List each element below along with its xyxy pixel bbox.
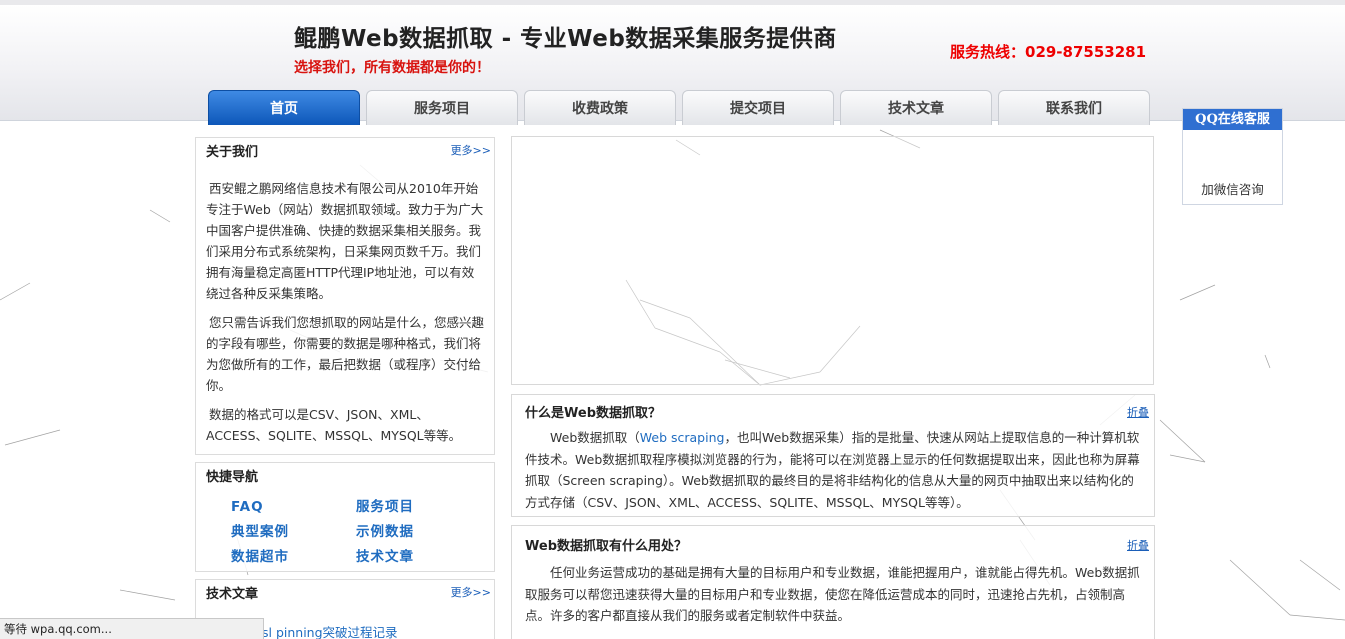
nav-tab-home[interactable]: 首页 bbox=[208, 90, 360, 125]
quicknav-links: FAQ 服务项目 典型案例 示例数据 数据超市 技术文章 bbox=[196, 489, 494, 573]
quicknav-title: 快捷导航 bbox=[206, 470, 259, 485]
nav-tab-submit-project[interactable]: 提交项目 bbox=[682, 90, 834, 125]
site-slogan: 选择我们，所有数据都是你的！ bbox=[294, 60, 490, 76]
fold-link[interactable]: 折叠 bbox=[1127, 537, 1149, 553]
site-title: 鲲鹏Web数据抓取 - 专业Web数据采集服务提供商 bbox=[294, 26, 837, 52]
qq-service-widget[interactable]: QQ在线客服 加微信咨询 bbox=[1182, 108, 1283, 205]
quicknav-link-services[interactable]: 服务项目 bbox=[356, 497, 481, 517]
about-more-link[interactable]: 更多>> bbox=[451, 138, 491, 164]
quicknav-link-data-market[interactable]: 数据超市 bbox=[231, 547, 356, 567]
qq-widget-title[interactable]: QQ在线客服 bbox=[1183, 109, 1282, 130]
nav-tab-tech-articles[interactable]: 技术文章 bbox=[840, 90, 992, 125]
page: 鲲鹏Web数据抓取 - 专业Web数据采集服务提供商 选择我们，所有数据都是你的… bbox=[0, 0, 1345, 639]
browser-status-bar: 等待 wpa.qq.com... bbox=[0, 618, 264, 639]
section-body: Web数据抓取（Web scraping，也叫Web数据采集）指的是批量、快速从… bbox=[512, 423, 1154, 517]
tech-header: 技术文章 更多>> bbox=[196, 580, 494, 606]
web-scraping-link[interactable]: Web scraping bbox=[640, 430, 725, 445]
main-nav: 首页 服务项目 收费政策 提交项目 技术文章 联系我们 bbox=[208, 90, 1150, 126]
nav-tab-pricing[interactable]: 收费政策 bbox=[524, 90, 676, 125]
nav-tab-services[interactable]: 服务项目 bbox=[366, 90, 518, 125]
about-paragraph: 西安鲲之鹏网络信息技术有限公司从2010年开始专注于Web（网站）数据抓取领域。… bbox=[206, 181, 484, 301]
quicknav-link-faq[interactable]: FAQ bbox=[231, 497, 356, 517]
section-body: 任何业务运营成功的基础是拥有大量的目标用户和专业数据，谁能把握用户，谁就能占得先… bbox=[525, 565, 1140, 623]
quicknav-box: 快捷导航 FAQ 服务项目 典型案例 示例数据 数据超市 技术文章 bbox=[195, 462, 495, 572]
service-hotline: 服务热线：029-87553281 bbox=[950, 43, 1147, 61]
quicknav-link-tech-articles[interactable]: 技术文章 bbox=[356, 547, 481, 567]
about-title: 关于我们 bbox=[206, 145, 259, 160]
about-box: 关于我们 更多>> 西安鲲之鹏网络信息技术有限公司从2010年开始专注于Web（… bbox=[195, 137, 495, 455]
tech-title: 技术文章 bbox=[206, 587, 259, 602]
quicknav-link-cases[interactable]: 典型案例 bbox=[231, 522, 356, 542]
tech-article-link[interactable]: sl pinning突破过程记录 bbox=[262, 622, 398, 639]
nav-tab-contact[interactable]: 联系我们 bbox=[998, 90, 1150, 125]
wechat-consult-label[interactable]: 加微信咨询 bbox=[1183, 179, 1282, 198]
section-title: Web数据抓取有什么用处？ bbox=[525, 539, 687, 554]
about-paragraph: 数据的格式可以是CSV、JSON、XML、ACCESS、SQLITE、MSSQL… bbox=[206, 407, 462, 443]
section-title: 什么是Web数据抓取？ bbox=[525, 406, 661, 421]
section-header: Web数据抓取有什么用处？ 折叠 bbox=[512, 526, 1154, 554]
site-header: 鲲鹏Web数据抓取 - 专业Web数据采集服务提供商 选择我们，所有数据都是你的… bbox=[0, 0, 1345, 125]
about-paragraph: 您只需告诉我们您想抓取的网站是什么，您感兴趣的字段有哪些，你需要的数据是哪种格式… bbox=[206, 315, 485, 393]
section-usage: Web数据抓取有什么用处？ 折叠 任何业务运营成功的基础是拥有大量的目标用户和专… bbox=[511, 525, 1155, 639]
tech-more-link[interactable]: 更多>> bbox=[451, 580, 491, 606]
quicknav-header: 快捷导航 bbox=[196, 463, 494, 489]
banner-area bbox=[511, 136, 1154, 385]
section-what-is: 什么是Web数据抓取？ 折叠 Web数据抓取（Web scraping，也叫We… bbox=[511, 394, 1155, 517]
about-body: 西安鲲之鹏网络信息技术有限公司从2010年开始专注于Web（网站）数据抓取领域。… bbox=[196, 164, 494, 458]
left-column: 关于我们 更多>> 西安鲲之鹏网络信息技术有限公司从2010年开始专注于Web（… bbox=[195, 137, 495, 639]
about-box-header: 关于我们 更多>> bbox=[196, 138, 494, 164]
quicknav-link-sample-data[interactable]: 示例数据 bbox=[356, 522, 481, 542]
section-text: Web数据抓取（ bbox=[550, 430, 640, 445]
section-header: 什么是Web数据抓取？ 折叠 bbox=[512, 395, 1154, 423]
fold-link[interactable]: 折叠 bbox=[1127, 404, 1149, 420]
